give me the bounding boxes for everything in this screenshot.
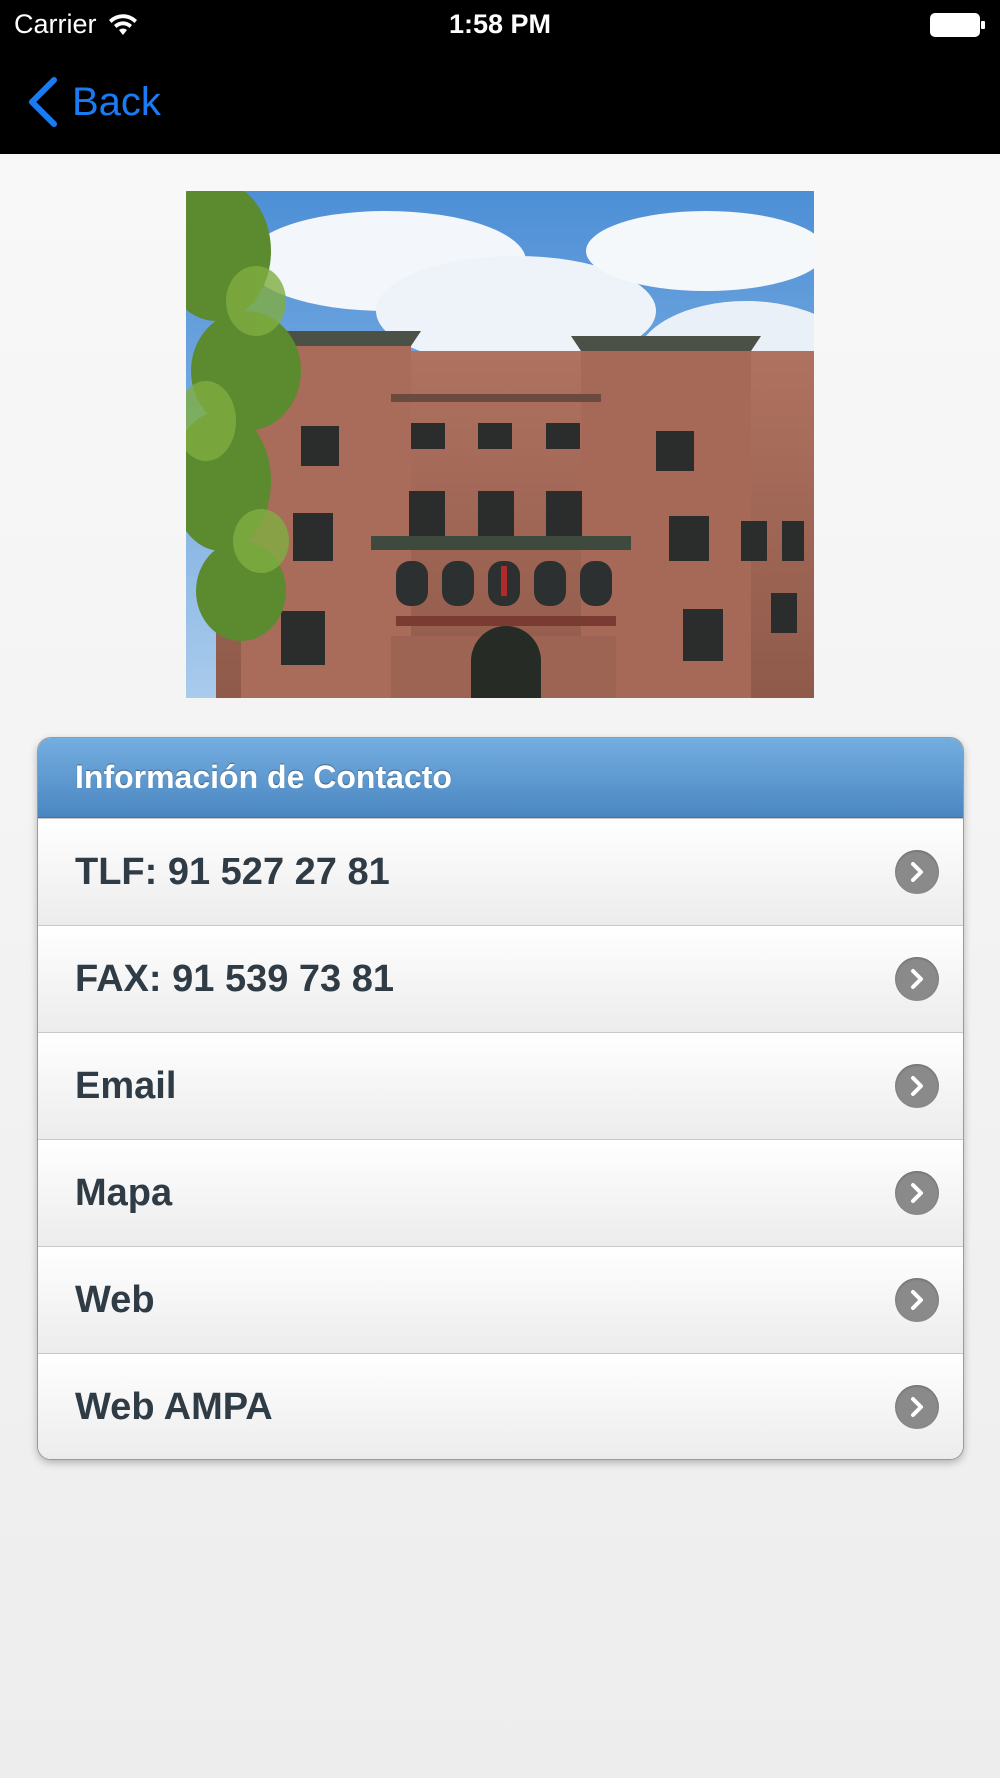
- chevron-right-icon: [895, 957, 939, 1001]
- back-label: Back: [72, 79, 161, 124]
- contact-header: Información de Contacto: [38, 738, 963, 818]
- list-item-label: Mapa: [75, 1171, 173, 1214]
- chevron-right-icon: [895, 1385, 939, 1429]
- list-item-label: Web AMPA: [75, 1385, 273, 1428]
- status-time: 1:58 PM: [448, 9, 552, 39]
- list-item-phone[interactable]: TLF: 91 527 27 81: [38, 818, 963, 925]
- list-item-label: FAX: 91 539 73 81: [75, 957, 394, 1000]
- school-building-photo: [186, 191, 814, 698]
- contact-info-list: Información de Contacto TLF: 91 527 27 8…: [37, 737, 964, 1460]
- status-bar: Carrier 1:58 PM: [0, 0, 1000, 50]
- list-item-web-ampa[interactable]: Web AMPA: [38, 1353, 963, 1459]
- chevron-right-icon: [895, 850, 939, 894]
- chevron-left-icon: [29, 77, 57, 127]
- list-item-map[interactable]: Mapa: [38, 1139, 963, 1246]
- list-item-web[interactable]: Web: [38, 1246, 963, 1353]
- list-item-label: Email: [75, 1064, 177, 1107]
- back-button[interactable]: Back: [26, 76, 161, 128]
- chevron-right-icon: [895, 1278, 939, 1322]
- chevron-right-icon: [895, 1064, 939, 1108]
- list-item-email[interactable]: Email: [38, 1032, 963, 1139]
- battery-icon: [930, 13, 986, 37]
- list-item-label: TLF: 91 527 27 81: [75, 850, 390, 893]
- list-item-fax[interactable]: FAX: 91 539 73 81: [38, 925, 963, 1032]
- chevron-right-icon: [895, 1171, 939, 1215]
- list-item-label: Web: [75, 1278, 155, 1321]
- top-bar: Carrier 1:58 PM Back: [0, 0, 1000, 154]
